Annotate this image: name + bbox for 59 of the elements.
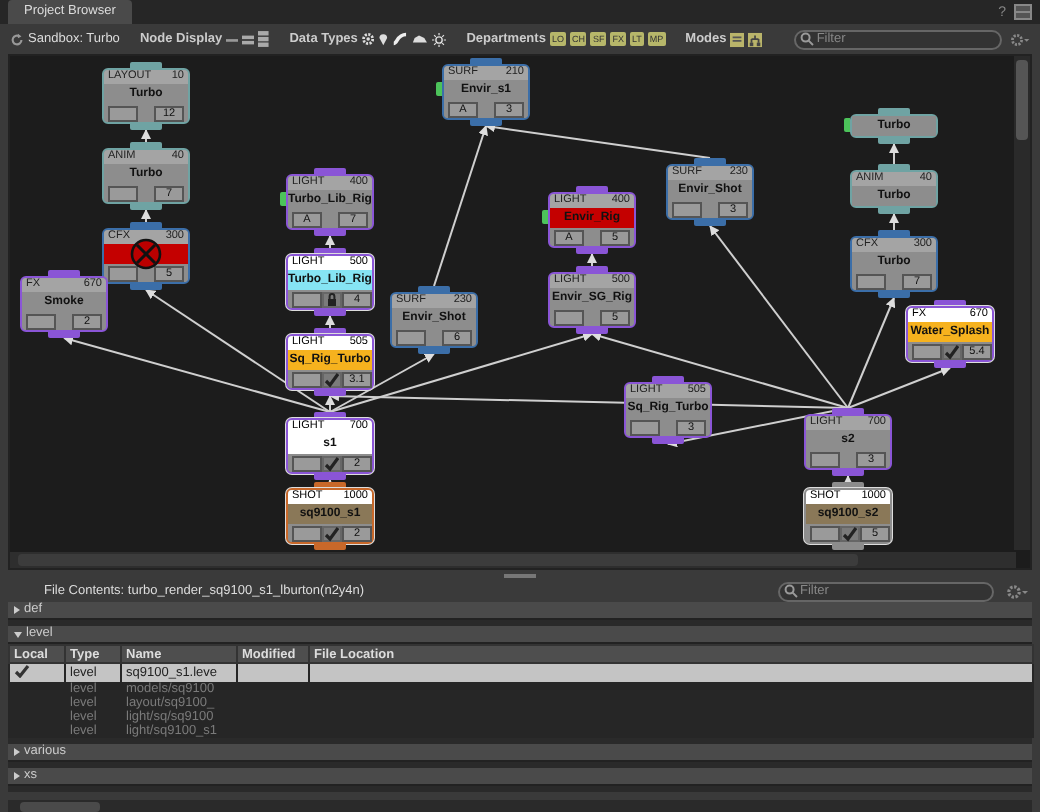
node-status-button[interactable] [322, 525, 342, 541]
connector-arrow [141, 129, 151, 143]
node-status-button[interactable] [942, 343, 962, 359]
node-toggle[interactable] [108, 105, 138, 121]
node-toggle[interactable] [292, 455, 322, 471]
node-toggle[interactable] [396, 329, 426, 345]
node-status-button[interactable] [840, 525, 860, 541]
cog-icon[interactable] [361, 32, 375, 46]
node-toggle[interactable] [292, 291, 322, 307]
node-toggle[interactable] [810, 525, 840, 541]
check-icon [842, 525, 858, 541]
settings-icon[interactable] [1006, 583, 1028, 599]
node-toggle[interactable] [554, 309, 584, 325]
node-toggle[interactable] [856, 273, 886, 289]
splitter-handle[interactable] [504, 573, 536, 577]
link-tab[interactable] [542, 210, 548, 224]
lock-icon [324, 291, 340, 307]
connector-arrow [843, 475, 853, 485]
node-toggle[interactable] [108, 185, 138, 201]
connector-arrow [587, 253, 597, 267]
vertical-scrollbar[interactable] [1014, 56, 1030, 550]
search-icon [800, 32, 815, 46]
node-status-button[interactable] [322, 291, 342, 307]
check-icon [13, 664, 29, 678]
node-toggle[interactable] [810, 451, 840, 467]
search-icon [784, 584, 798, 598]
connector-arrow [889, 143, 899, 165]
link-tab[interactable] [844, 118, 850, 132]
car-icon[interactable] [412, 32, 429, 46]
node-toggle[interactable] [630, 419, 660, 435]
node-toggle[interactable] [108, 265, 138, 281]
sun-icon[interactable] [432, 31, 447, 47]
node-status-button[interactable] [322, 455, 342, 471]
check-icon [324, 371, 340, 387]
node-status-button[interactable] [322, 371, 342, 387]
link-tab[interactable] [280, 192, 286, 206]
connector-arrow [141, 209, 151, 223]
node-toggle[interactable] [672, 201, 702, 217]
check-icon [324, 525, 340, 541]
node-toggle[interactable] [292, 371, 322, 387]
triple-bar-icon[interactable] [258, 30, 270, 48]
pin-icon[interactable] [378, 32, 389, 46]
layout-icon[interactable] [1014, 4, 1032, 20]
horizontal-scrollbar[interactable] [8, 800, 1032, 812]
connector-arrow [889, 213, 899, 231]
node-toggle[interactable] [292, 525, 322, 541]
node-toggle[interactable] [26, 313, 56, 329]
link-tab[interactable] [436, 82, 442, 96]
double-bar-icon[interactable] [242, 31, 255, 47]
check-icon [944, 343, 960, 359]
check-icon [324, 455, 340, 471]
connector-arrow [325, 235, 335, 249]
curve-icon[interactable] [392, 32, 409, 46]
list-mode-icon[interactable] [730, 31, 745, 47]
horizontal-scrollbar[interactable] [10, 552, 1016, 568]
node-toggle[interactable] [912, 343, 942, 359]
refresh-icon[interactable] [10, 31, 25, 47]
settings-icon[interactable] [1010, 31, 1030, 47]
tree-mode-icon[interactable] [748, 31, 763, 47]
